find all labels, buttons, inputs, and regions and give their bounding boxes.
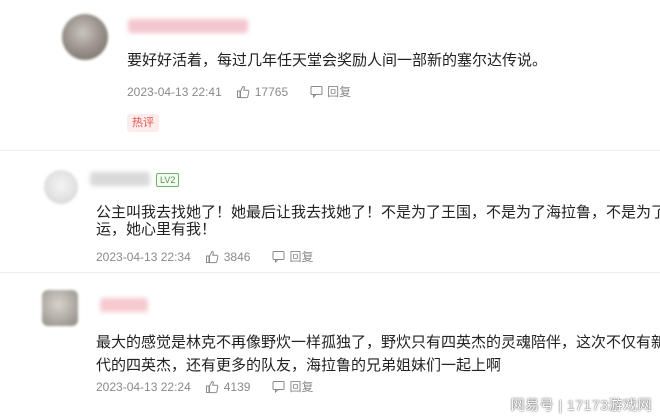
reply-button[interactable]: 回复: [272, 378, 313, 395]
thumbs-up-icon: [205, 380, 219, 393]
username-blurred[interactable]: [128, 19, 248, 33]
username-blurred[interactable]: [90, 172, 150, 186]
comment-meta: 2023-04-13 22:41 17765 回复: [127, 83, 351, 100]
reply-button[interactable]: 回复: [272, 248, 313, 265]
comment-meta: 2023-04-13 22:24 4139 回复: [96, 378, 313, 395]
comment-meta: 2023-04-13 22:34 3846 回复: [96, 248, 313, 265]
divider: [0, 272, 660, 273]
reply-icon: [272, 381, 285, 393]
username-blurred[interactable]: [100, 298, 148, 312]
reply-icon: [310, 86, 323, 98]
thumbs-up-icon: [236, 85, 250, 98]
hot-comment-tag: 热评: [127, 114, 159, 132]
avatar[interactable]: [42, 290, 78, 326]
thumbs-up-icon: [205, 250, 219, 263]
comment-text-line-1: 最大的感觉是林克不再像野炊一样孤独了，野炊只有四英杰的灵魂陪伴，这次不仅有新生: [96, 334, 660, 351]
comment-2: LV2 公主叫我去找她了！她最后让我去找她了！不是为了王国，不是为了海拉鲁，不是…: [0, 160, 660, 280]
reply-label: 回复: [289, 380, 314, 394]
divider: [0, 150, 660, 151]
comment-1: 要好好活着，每过几年任天堂会奖励人间一部新的塞尔达传说。 2023-04-13 …: [0, 0, 660, 140]
comment-date: 2023-04-13 22:24: [96, 379, 191, 394]
reply-icon: [272, 251, 285, 263]
like-count: 3846: [223, 249, 251, 264]
reply-button[interactable]: 回复: [310, 83, 351, 100]
like-button[interactable]: 17765: [236, 85, 288, 99]
comment-date: 2023-04-13 22:34: [96, 249, 191, 264]
reply-label: 回复: [289, 250, 314, 264]
reply-label: 回复: [327, 85, 352, 99]
watermark: 网易号 | 17173游戏网: [510, 397, 652, 413]
level-badge: LV2: [156, 173, 180, 187]
comment-text: 要好好活着，每过几年任天堂会奖励人间一部新的塞尔达传说。: [127, 52, 548, 69]
comment-date: 2023-04-13 22:41: [127, 84, 222, 99]
like-button[interactable]: 4139: [205, 379, 251, 394]
like-count: 4139: [223, 379, 251, 394]
comment-text-line-2: 代的四英杰，还有更多的队友，海拉鲁的兄弟姐妹们一起上啊: [96, 357, 502, 374]
like-button[interactable]: 3846: [205, 249, 251, 264]
comment-text-line-2: 运，她心里有我！: [96, 221, 217, 238]
like-count: 17765: [254, 84, 289, 99]
avatar[interactable]: [44, 170, 78, 204]
avatar[interactable]: [62, 14, 108, 60]
